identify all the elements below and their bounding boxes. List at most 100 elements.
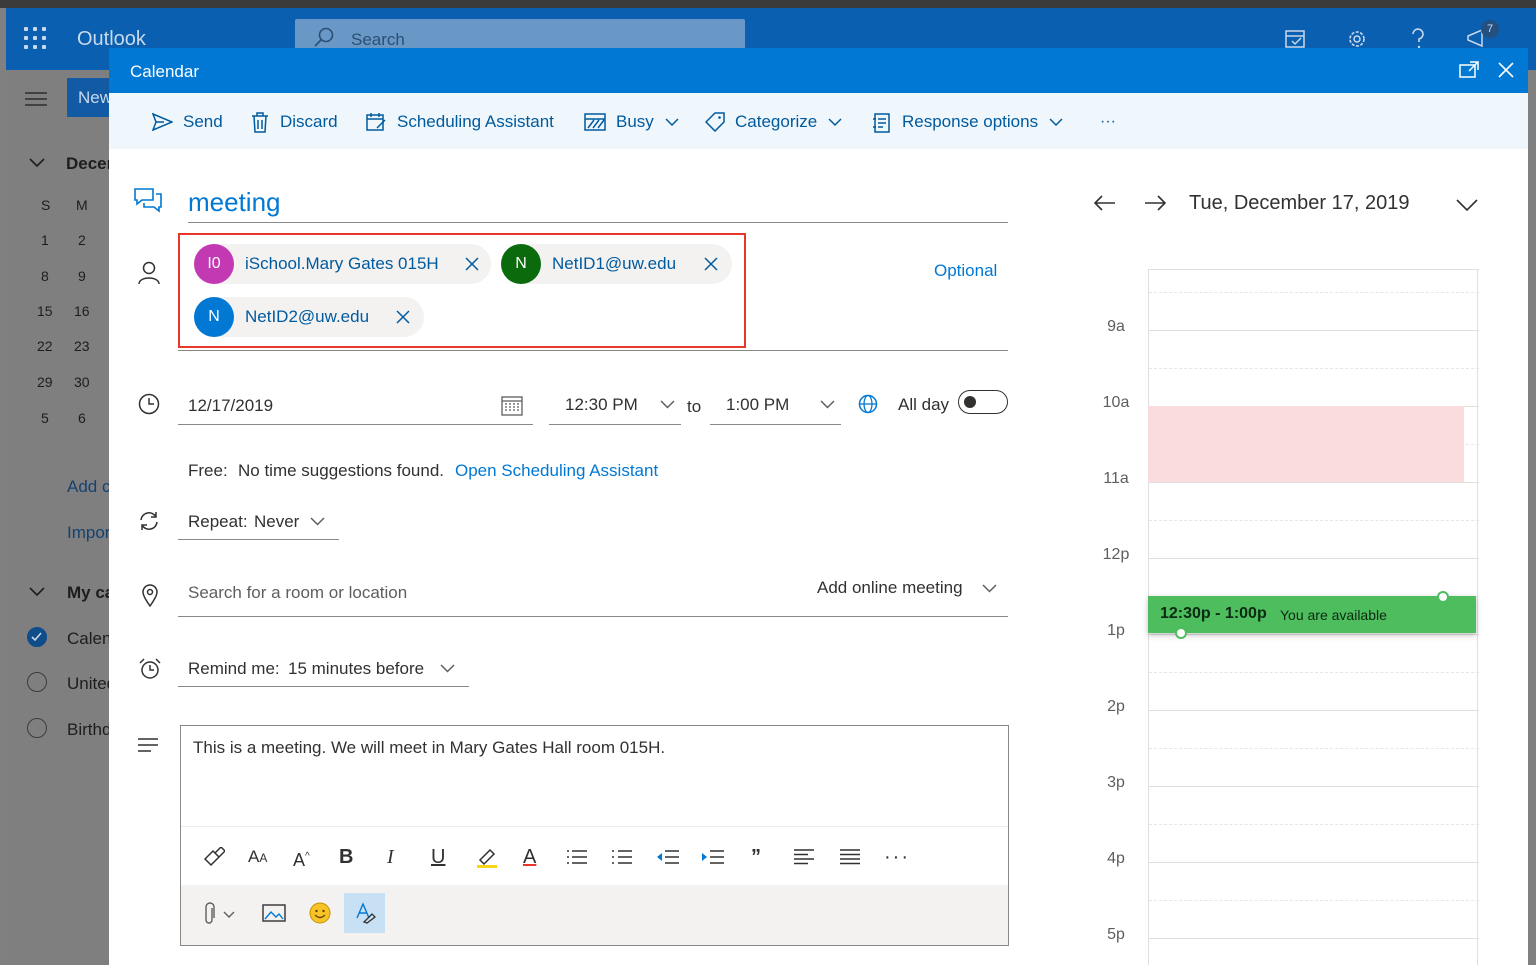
pop-out-icon[interactable] [1459,61,1479,79]
mini-day[interactable]: 23 [74,338,90,354]
calendar-icon[interactable] [501,395,523,416]
mini-day[interactable]: 5 [41,410,49,426]
gear-icon[interactable] [1346,28,1368,50]
formatting-toolbar: AA A^ B I U A ” ··· [181,826,1008,885]
chevron-down-icon[interactable] [28,157,46,169]
date-picker-chevron-icon[interactable] [1456,199,1478,212]
checkmark-icon [31,632,42,642]
help-icon[interactable] [1409,28,1427,50]
remove-attendee-icon[interactable] [703,256,719,272]
proposed-time-block[interactable]: 12:30p - 1:00p You are available [1148,596,1476,633]
ink-editor-icon[interactable] [354,902,376,924]
italic-icon[interactable]: I [387,847,394,867]
hour-label: 11a [1103,470,1129,487]
more-options-button[interactable]: ··· [1100,110,1116,134]
reminder-label: Remind me: [188,659,280,678]
optional-attendees-link[interactable]: Optional [934,261,997,281]
remove-attendee-icon[interactable] [395,309,411,325]
attendee-chip[interactable]: N NetID2@uw.edu [194,297,424,337]
image-icon[interactable] [262,904,286,922]
font-color-icon[interactable]: A [523,847,536,867]
align-left-icon[interactable] [793,849,815,865]
search-box[interactable]: Search [295,19,745,51]
attendee-name: NetID2@uw.edu [245,307,370,326]
new-event-dialog: Calendar Send Discard Scheduling Assista… [109,48,1528,965]
my-day-icon[interactable] [1284,28,1308,50]
mini-day[interactable]: 8 [41,268,49,284]
add-online-meeting-dropdown[interactable]: Add online meeting [817,578,963,598]
weekday-header: S [41,197,51,213]
highlight-icon[interactable] [476,846,498,868]
event-title-input[interactable]: meeting [188,187,1008,223]
mini-day[interactable]: 15 [37,303,53,319]
hour-label: 5p [1107,926,1125,943]
bullets-icon[interactable] [566,849,588,865]
chevron-down-icon [665,117,679,126]
repeat-dropdown[interactable]: Repeat: Never [178,504,339,540]
open-scheduling-assistant-link[interactable]: Open Scheduling Assistant [455,461,658,481]
align-justify-icon[interactable] [839,849,861,865]
body-text[interactable]: This is a meeting. We will meet in Mary … [193,738,665,758]
show-as-dropdown[interactable]: Busy [584,110,679,134]
resize-handle-top[interactable] [1437,591,1449,603]
mini-day[interactable]: 16 [74,303,90,319]
hamburger-icon[interactable] [25,91,47,107]
format-painter-icon[interactable] [203,847,225,867]
resize-handle-bottom[interactable] [1175,627,1187,639]
person-icon [138,261,160,285]
half-hour-line [1149,900,1479,901]
scheduling-assistant-button[interactable]: Scheduling Assistant [366,110,554,134]
attendee-chip[interactable]: N NetID1@uw.edu [501,244,732,284]
chevron-down-icon[interactable] [982,584,997,593]
send-button[interactable]: Send [152,110,223,134]
attendee-chip[interactable]: I0 iSchool.Mary Gates 015H [194,244,491,284]
window-top-strip [0,0,1536,8]
mini-day[interactable]: 22 [37,338,53,354]
decrease-indent-icon[interactable] [656,849,680,865]
calendar-checkbox[interactable] [27,627,47,647]
half-hour-line [1149,520,1479,521]
reminder-dropdown[interactable]: Remind me: 15 minutes before [178,651,469,687]
date-picker[interactable]: 12/17/2019 [178,383,533,425]
font-icon[interactable]: AA [248,847,267,868]
underline-icon[interactable]: U [431,847,445,867]
trash-icon [252,111,268,133]
next-day-icon[interactable] [1144,195,1166,211]
mini-day[interactable]: 9 [78,268,86,284]
mini-day[interactable]: 29 [37,374,53,390]
mini-day[interactable]: 2 [78,232,86,248]
all-day-toggle[interactable] [958,390,1008,414]
mini-day[interactable]: 30 [74,374,90,390]
previous-day-icon[interactable] [1094,195,1116,211]
search-placeholder: Search [351,30,405,49]
numbering-icon[interactable] [611,849,633,865]
response-options-dropdown[interactable]: Response options [872,110,1063,134]
paperclip-icon[interactable] [203,902,237,926]
event-body-editor[interactable]: This is a meeting. We will meet in Mary … [180,725,1009,946]
chevron-down-icon [440,664,455,673]
app-launcher-icon[interactable] [24,27,48,51]
hour-label: 10a [1102,394,1130,411]
emoji-icon[interactable] [309,902,331,924]
quote-icon[interactable]: ” [751,847,761,867]
hour-label: 4p [1107,850,1125,867]
end-time-dropdown[interactable]: 1:00 PM [710,383,841,425]
bold-icon[interactable]: B [339,847,353,867]
chevron-down-icon[interactable] [28,586,46,598]
categorize-dropdown[interactable]: Categorize [705,110,842,134]
time-zone-globe-icon[interactable] [857,393,879,415]
busy-time-block[interactable] [1148,406,1464,482]
holidays-checkbox[interactable] [27,672,47,692]
start-time-dropdown[interactable]: 12:30 PM [549,383,681,425]
close-icon[interactable] [1497,61,1515,79]
font-size-icon[interactable]: A^ [293,847,310,870]
mini-day[interactable]: 6 [78,410,86,426]
birthdays-checkbox[interactable] [27,718,47,738]
chevron-down-icon [828,117,842,126]
discard-button[interactable]: Discard [250,110,338,134]
attendee-name: NetID1@uw.edu [552,254,677,273]
mini-day[interactable]: 1 [41,232,49,248]
increase-indent-icon[interactable] [701,849,725,865]
remove-attendee-icon[interactable] [464,256,480,272]
more-formatting-icon[interactable]: ··· [884,847,910,867]
